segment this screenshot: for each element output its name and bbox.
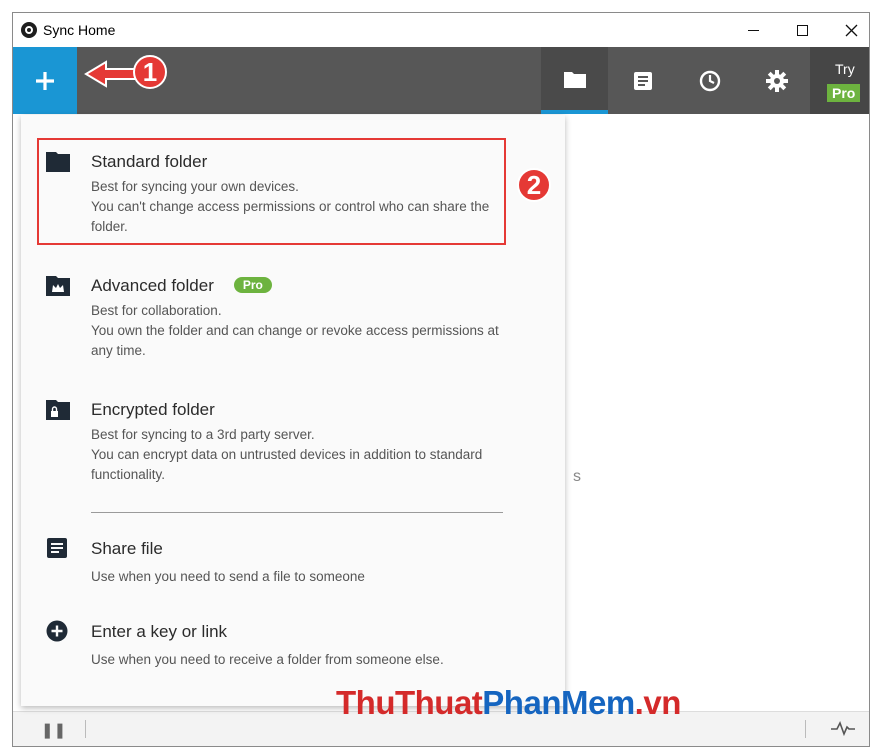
menu-item-description: Best for syncing to a 3rd party server. … [91, 425, 511, 485]
tab-history[interactable] [676, 47, 743, 114]
description-line: Best for syncing to a 3rd party server. [91, 427, 315, 442]
gear-icon [765, 69, 788, 92]
minimize-button[interactable] [730, 13, 776, 47]
status-separator [85, 720, 86, 738]
pause-icon[interactable]: ❚❚ [41, 721, 66, 739]
annotation-arrow-icon [84, 60, 137, 88]
folder-icon [563, 71, 586, 88]
tab-transfers[interactable] [609, 47, 676, 114]
plus-icon [36, 71, 54, 90]
clock-icon [699, 70, 720, 91]
activity-icon[interactable] [831, 718, 855, 738]
add-button[interactable] [13, 47, 77, 114]
tab-settings[interactable] [743, 47, 810, 114]
highlight-box [37, 138, 506, 245]
menu-item-title: Advanced folder Pro [91, 276, 272, 296]
description-line: Use when you need to receive a folder fr… [91, 652, 444, 667]
pro-badge: Pro [827, 84, 861, 102]
watermark-part: ThuThuat [336, 684, 483, 721]
menu-item-title: Share file [91, 539, 163, 558]
lock-folder-icon [46, 400, 70, 420]
description-line: You can encrypt data on untrusted device… [91, 447, 483, 482]
document-icon [633, 71, 652, 90]
description-line: Use when you need to send a file to some… [91, 569, 365, 584]
sync-logo-icon [21, 22, 37, 38]
status-separator [805, 720, 806, 738]
watermark-part: .vn [634, 684, 682, 721]
try-label: Try [835, 61, 855, 77]
try-pro-button[interactable]: Try Pro [810, 47, 869, 114]
background-text: s [573, 468, 581, 485]
file-icon [47, 538, 67, 558]
title-bar: Sync Home [13, 13, 869, 47]
menu-item-title: Enter a key or link [91, 622, 228, 641]
pro-badge: Pro [233, 277, 272, 293]
watermark: ThuThuatPhanMem.vn [336, 684, 681, 722]
close-button[interactable] [828, 13, 869, 47]
menu-divider [91, 512, 503, 513]
annotation-marker-2: 2 [517, 168, 551, 202]
plus-circle-icon [46, 620, 68, 642]
minimize-icon [747, 29, 759, 31]
maximize-button[interactable] [779, 13, 825, 47]
annotation-marker-1: 1 [133, 55, 167, 89]
description-line: You own the folder and can change or rev… [91, 323, 499, 358]
menu-item-description: Use when you need to receive a folder fr… [91, 650, 511, 670]
close-icon [845, 24, 857, 36]
menu-item-description: Best for collaboration. You own the fold… [91, 301, 511, 361]
description-line: Best for collaboration. [91, 303, 222, 318]
watermark-part: PhanMem [482, 684, 635, 721]
menu-item-title: Encrypted folder [91, 400, 215, 419]
crown-folder-icon [46, 276, 70, 296]
menu-item-description: Use when you need to send a file to some… [91, 567, 511, 587]
window-title: Sync Home [43, 22, 116, 38]
maximize-icon [796, 24, 808, 36]
tab-folders[interactable] [541, 47, 608, 114]
menu-item-title-text: Advanced folder [91, 276, 214, 295]
